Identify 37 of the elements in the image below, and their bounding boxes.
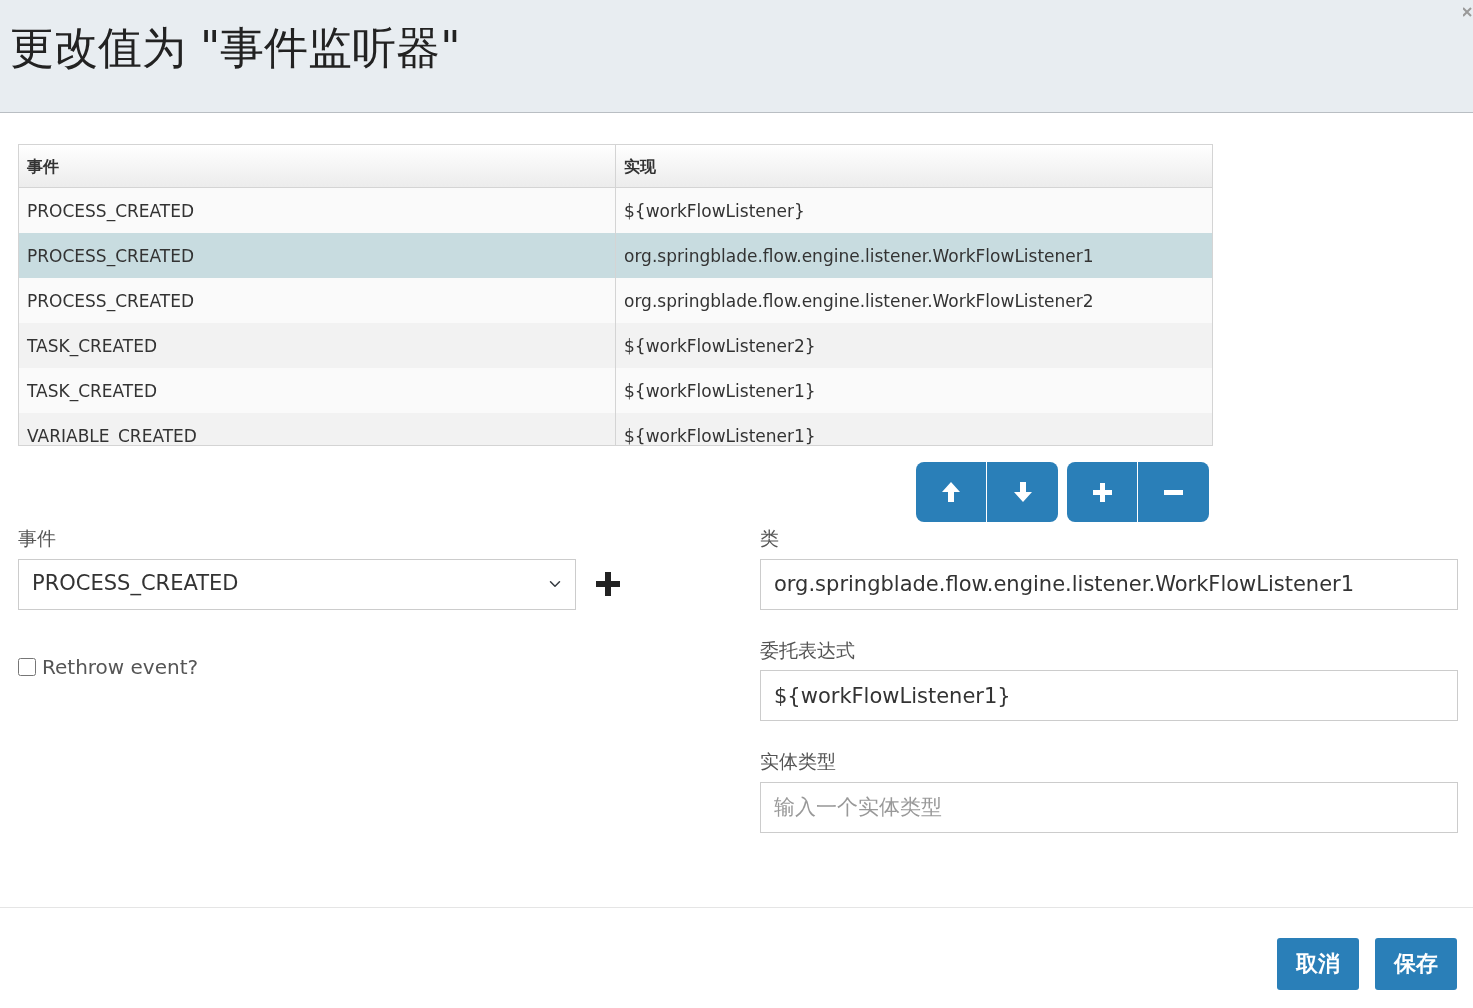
dialog-title: 更改值为 "事件监听器" xyxy=(10,22,462,75)
table-row[interactable]: TASK_CREATED ${workFlowListener1} xyxy=(19,368,1212,413)
minus-icon xyxy=(1164,489,1183,495)
table-cell-text: ${workFlowListener} xyxy=(623,200,806,223)
remove-button[interactable] xyxy=(1138,462,1209,522)
field-label: 委托表达式 xyxy=(760,637,856,663)
input-field[interactable]: ${workFlowListener1} xyxy=(760,670,1458,721)
table-row[interactable]: PROCESS_CREATED ${workFlowListener} xyxy=(19,188,1212,233)
cancel-button[interactable]: 取消 xyxy=(1277,937,1359,990)
table-cell-text: ${workFlowListener1} xyxy=(623,380,817,403)
table-row[interactable]: VARIABLE_CREATED ${workFlowListener1} xyxy=(19,413,1212,445)
table-cell: VARIABLE_CREATED xyxy=(19,413,616,445)
table-cell-text: ${workFlowListener1} xyxy=(623,425,817,445)
column-header[interactable]: 事件 xyxy=(19,145,616,187)
event-select[interactable]: PROCESS_CREATED xyxy=(18,558,576,610)
plus-icon xyxy=(1092,482,1112,502)
table-row[interactable]: TASK_CREATED ${workFlowListener2} xyxy=(19,323,1212,368)
column-header[interactable]: 实现 xyxy=(616,145,1212,187)
table-row[interactable]: PROCESS_CREATED org.springblade.flow.engine.listener.WorkFlowListener2 xyxy=(19,278,1212,323)
save-button[interactable]: 保存 xyxy=(1375,937,1457,990)
move-up-button[interactable] xyxy=(916,462,987,522)
table-cell-text: ${workFlowListener2} xyxy=(623,335,817,358)
input-field[interactable]: 输入一个实体类型 xyxy=(760,781,1458,833)
rethrow-checkbox[interactable] xyxy=(18,657,36,676)
plus-icon[interactable] xyxy=(596,572,620,596)
field-label: 类 xyxy=(760,526,780,551)
arrow-down-icon xyxy=(1013,482,1032,502)
checkbox-label: Rethrow event? xyxy=(42,653,199,681)
add-button[interactable] xyxy=(1067,462,1138,522)
arrow-up-icon xyxy=(942,482,960,502)
move-down-button[interactable] xyxy=(987,462,1058,522)
field-label: 实体类型 xyxy=(760,749,837,774)
field-label: 事件 xyxy=(18,526,57,551)
table-row[interactable]: PROCESS_CREATED org.springblade.flow.engine.listener.WorkFlowListener1 xyxy=(19,233,1212,278)
input-field[interactable]: org.springblade.flow.engine.listener.WorkFlowListener1 xyxy=(760,558,1458,610)
table-cell-text: org.springblade.flow.engine.listener.WorkFlowListener1 xyxy=(623,245,1095,268)
table-cell-text: org.springblade.flow.engine.listener.WorkFlowListener2 xyxy=(623,290,1095,313)
